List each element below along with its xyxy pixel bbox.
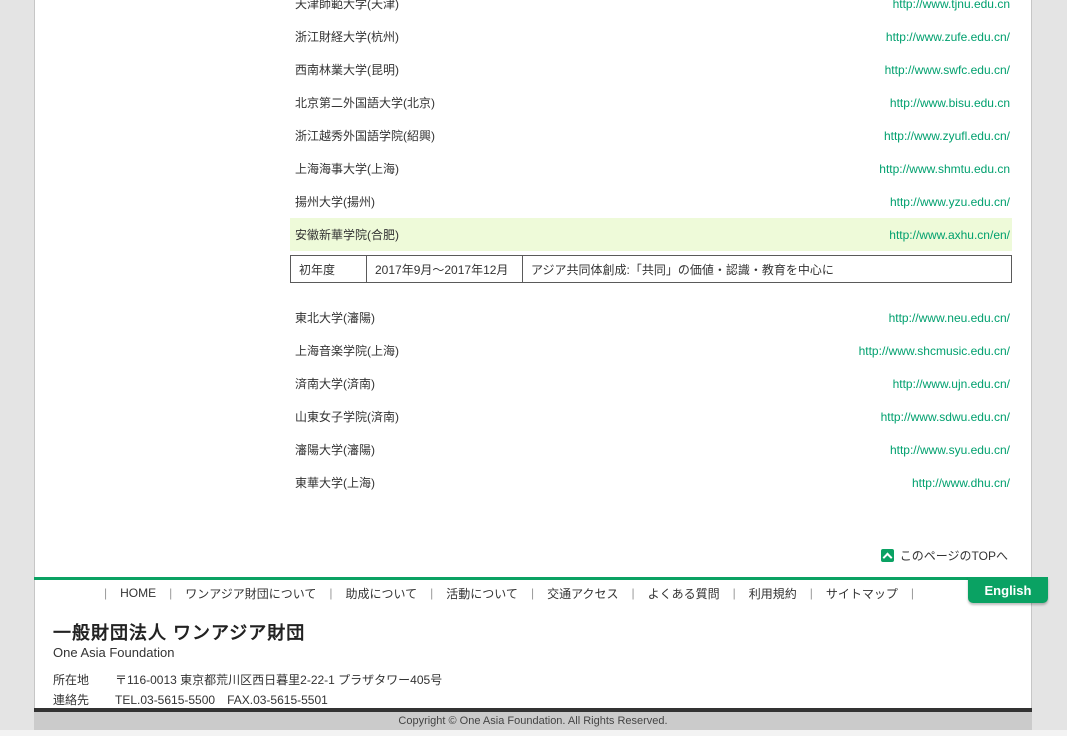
footer-navigation: | HOME | ワンアジア財団について | 助成について | 活動について | 交通アクセス | よ…: [34, 580, 984, 606]
university-name: 北京第二外国語大学(北京): [290, 94, 435, 111]
university-name: 天津師範大学(天津): [290, 0, 399, 12]
university-row: 瀋陽大学(瀋陽) http://www.syu.edu.cn/: [290, 433, 1012, 466]
university-row: 済南大学(済南) http://www.ujn.edu.cn/: [290, 367, 1012, 400]
university-row: 山東女子学院(済南) http://www.sdwu.edu.cn/: [290, 400, 1012, 433]
university-list-lower: 東北大学(瀋陽) http://www.neu.edu.cn/ 上海音楽学院(上…: [290, 301, 1012, 499]
university-link[interactable]: http://www.zyufl.edu.cn/: [884, 129, 1012, 143]
program-detail-table: 初年度 2017年9月〜2017年12月 アジア共同体創成:「共同」の価値・認識…: [290, 255, 1012, 283]
university-row: 上海海事大学(上海) http://www.shmtu.edu.cn: [290, 152, 1012, 185]
nav-separator: |: [810, 586, 813, 600]
university-name: 上海海事大学(上海): [290, 160, 399, 177]
university-link[interactable]: http://www.shcmusic.edu.cn/: [859, 344, 1012, 358]
university-list-upper: 天津師範大学(天津) http://www.tjnu.edu.cn 浙江財経大学…: [290, 0, 1012, 251]
nav-item-6[interactable]: 利用規約: [749, 585, 797, 602]
page-top-label: このページのTOPへ: [900, 547, 1008, 564]
university-link[interactable]: http://www.dhu.cn/: [912, 476, 1012, 490]
nav-item-0[interactable]: HOME: [120, 586, 156, 600]
copyright-text: Copyright © One Asia Foundation. All Rig…: [34, 712, 1032, 730]
org-contact-rows: 所在地 〒116-0013 東京都荒川区西日暮里2-22-1 プラザタワー405…: [53, 670, 442, 710]
university-link[interactable]: http://www.bisu.edu.cn: [890, 96, 1012, 110]
university-link[interactable]: http://www.ujn.edu.cn/: [893, 377, 1012, 391]
term-value-cell: 2017年9月〜2017年12月: [367, 256, 523, 283]
org-name-english: One Asia Foundation: [53, 645, 442, 661]
nav-item-2[interactable]: 助成について: [346, 585, 418, 602]
footer-org-info: 一般財団法人 ワンアジア財団 One Asia Foundation 所在地 〒…: [53, 622, 442, 710]
browser-viewport: 天津師範大学(天津) http://www.tjnu.edu.cn 浙江財経大学…: [0, 0, 1067, 736]
university-name: 済南大学(済南): [290, 375, 375, 392]
university-name: 浙江越秀外国語学院(紹興): [290, 127, 435, 144]
university-link[interactable]: http://www.swfc.edu.cn/: [885, 63, 1012, 77]
university-name: 上海音楽学院(上海): [290, 342, 399, 359]
nav-item-1[interactable]: ワンアジア財団について: [185, 585, 316, 602]
university-name: 東華大学(上海): [290, 474, 375, 491]
arrow-up-icon: [881, 549, 894, 562]
nav-item-7[interactable]: サイトマップ: [826, 585, 898, 602]
term-label-cell: 初年度: [291, 256, 367, 283]
main-column: 天津師範大学(天津) http://www.tjnu.edu.cn 浙江財経大学…: [290, 0, 1012, 564]
nav-separator: |: [911, 586, 914, 600]
university-link[interactable]: http://www.syu.edu.cn/: [890, 443, 1012, 457]
university-row: 東華大学(上海) http://www.dhu.cn/: [290, 466, 1012, 499]
nav-separator: |: [329, 586, 332, 600]
university-link[interactable]: http://www.yzu.edu.cn/: [890, 195, 1012, 209]
nav-separator: |: [430, 586, 433, 600]
university-name: 瀋陽大学(瀋陽): [290, 441, 375, 458]
contact-row: 連絡先 TEL.03-5615-5500 FAX.03-5615-5501: [53, 690, 442, 710]
university-row: 揚州大学(揚州) http://www.yzu.edu.cn/: [290, 185, 1012, 218]
address-row: 所在地 〒116-0013 東京都荒川区西日暮里2-22-1 プラザタワー405…: [53, 670, 442, 690]
university-row: 北京第二外国語大学(北京) http://www.bisu.edu.cn: [290, 86, 1012, 119]
nav-item-5[interactable]: よくある質問: [648, 585, 720, 602]
nav-separator: |: [104, 586, 107, 600]
university-name: 山東女子学院(済南): [290, 408, 399, 425]
nav-separator: |: [733, 586, 736, 600]
university-link[interactable]: http://www.shmtu.edu.cn: [879, 162, 1012, 176]
university-link[interactable]: http://www.zufe.edu.cn/: [886, 30, 1012, 44]
university-name: 西南林業大学(昆明): [290, 61, 399, 78]
university-row: 安徽新華学院(合肥) http://www.axhu.cn/en/: [290, 218, 1012, 251]
nav-item-4[interactable]: 交通アクセス: [547, 585, 618, 602]
university-name: 東北大学(瀋陽): [290, 309, 375, 326]
university-row: 西南林業大学(昆明) http://www.swfc.edu.cn/: [290, 53, 1012, 86]
bottom-strip: [0, 730, 1067, 736]
university-row: 東北大学(瀋陽) http://www.neu.edu.cn/: [290, 301, 1012, 334]
university-name: 浙江財経大学(杭州): [290, 28, 399, 45]
university-row: 浙江財経大学(杭州) http://www.zufe.edu.cn/: [290, 20, 1012, 53]
address-label: 所在地: [53, 670, 99, 690]
nav-separator: |: [531, 586, 534, 600]
university-row: 天津師範大学(天津) http://www.tjnu.edu.cn: [290, 0, 1012, 20]
university-row: 浙江越秀外国語学院(紹興) http://www.zyufl.edu.cn/: [290, 119, 1012, 152]
theme-cell: アジア共同体創成:「共同」の価値・認識・教育を中心に: [523, 256, 1012, 283]
nav-separator: |: [631, 586, 634, 600]
table-row: 初年度 2017年9月〜2017年12月 アジア共同体創成:「共同」の価値・認識…: [291, 256, 1012, 283]
university-link[interactable]: http://www.sdwu.edu.cn/: [881, 410, 1012, 424]
english-button[interactable]: English: [968, 577, 1048, 603]
university-link[interactable]: http://www.axhu.cn/en/: [889, 228, 1012, 242]
nav-separator: |: [169, 586, 172, 600]
page-top-link[interactable]: このページのTOPへ: [290, 547, 1012, 564]
contact-value: TEL.03-5615-5500 FAX.03-5615-5501: [115, 690, 328, 710]
org-name-japanese: 一般財団法人 ワンアジア財団: [53, 622, 442, 644]
nav-item-3[interactable]: 活動について: [446, 585, 518, 602]
address-value: 〒116-0013 東京都荒川区西日暮里2-22-1 プラザタワー405号: [115, 670, 442, 690]
university-name: 安徽新華学院(合肥): [290, 226, 399, 243]
university-link[interactable]: http://www.tjnu.edu.cn: [893, 0, 1012, 11]
university-row: 上海音楽学院(上海) http://www.shcmusic.edu.cn/: [290, 334, 1012, 367]
university-name: 揚州大学(揚州): [290, 193, 375, 210]
contact-label: 連絡先: [53, 690, 99, 710]
university-link[interactable]: http://www.neu.edu.cn/: [889, 311, 1012, 325]
